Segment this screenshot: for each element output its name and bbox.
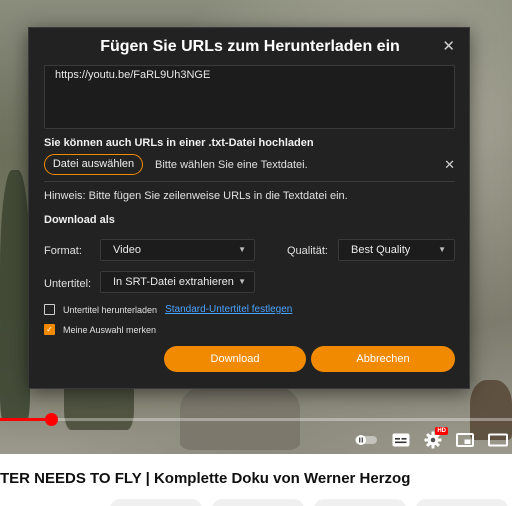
remember-choice-row: ✓ Meine Auswahl merken (44, 324, 156, 335)
default-subtitles-link[interactable]: Standard-Untertitel festlegen (165, 304, 292, 315)
hd-badge: HD (435, 427, 448, 435)
download-subtitles-row: Untertitel herunterladen Standard-Untert… (44, 304, 292, 315)
action-chip[interactable] (212, 499, 304, 506)
progress-bar[interactable] (0, 413, 512, 426)
upload-heading: Sie können auch URLs in einer .txt-Datei… (44, 137, 314, 149)
theater-mode-icon[interactable] (488, 433, 508, 447)
chevron-down-icon: ▼ (438, 245, 446, 254)
action-chip[interactable] (416, 499, 508, 506)
url-input[interactable]: https://youtu.be/FaRL9Uh3NGE (44, 65, 455, 129)
action-chip[interactable] (110, 499, 202, 506)
dialog-title: Fügen Sie URLs zum Herunterladen ein (100, 38, 400, 55)
format-label: Format: (44, 245, 82, 257)
download-subtitles-checkbox[interactable] (44, 304, 55, 315)
action-chip[interactable] (314, 499, 406, 506)
close-icon[interactable]: ✕ (442, 38, 455, 56)
settings-icon[interactable]: HD (424, 427, 448, 449)
action-chips (110, 499, 508, 506)
progress-bar-fill (0, 418, 52, 421)
miniplayer-icon[interactable] (456, 433, 474, 447)
subtitle-label: Untertitel: (44, 278, 92, 290)
file-status-text: Bitte wählen Sie eine Textdatei. (155, 159, 308, 171)
choose-file-button[interactable]: Datei auswählen (44, 154, 143, 175)
quality-label: Qualität: (287, 245, 328, 257)
divider (44, 181, 455, 182)
remember-choice-checkbox[interactable]: ✓ (44, 324, 55, 335)
video-frame-figure (180, 380, 300, 450)
clear-file-icon[interactable]: ✕ (444, 157, 455, 173)
video-title[interactable]: TER NEEDS TO FLY | Komplette Doku von We… (0, 470, 512, 492)
remember-choice-label: Meine Auswahl merken (63, 324, 157, 335)
player-controls: HD (354, 427, 508, 452)
quality-select[interactable]: Best Quality ▼ (338, 239, 455, 261)
chevron-down-icon: ▼ (238, 277, 246, 286)
subtitle-select-value: In SRT-Datei extrahieren (113, 276, 234, 288)
subtitle-select[interactable]: In SRT-Datei extrahieren ▼ (100, 271, 255, 293)
download-subtitles-label: Untertitel herunterladen (63, 304, 158, 315)
progress-scrubber-knob[interactable] (45, 413, 59, 426)
format-select-value: Video (113, 244, 141, 256)
quality-select-value: Best Quality (351, 244, 411, 256)
chevron-down-icon: ▼ (238, 245, 246, 254)
hint-text: Hinweis: Bitte fügen Sie zeilenweise URL… (44, 190, 348, 202)
format-select[interactable]: Video ▼ (100, 239, 255, 261)
video-frame-figure (0, 170, 30, 420)
download-as-heading: Download als (44, 214, 115, 226)
url-download-dialog: Fügen Sie URLs zum Herunterladen ein ✕ h… (28, 27, 470, 389)
download-button[interactable]: Download (164, 346, 306, 372)
cancel-button[interactable]: Abbrechen (311, 346, 455, 372)
subtitles-icon[interactable] (392, 433, 410, 447)
autoplay-toggle-icon[interactable] (354, 434, 378, 446)
